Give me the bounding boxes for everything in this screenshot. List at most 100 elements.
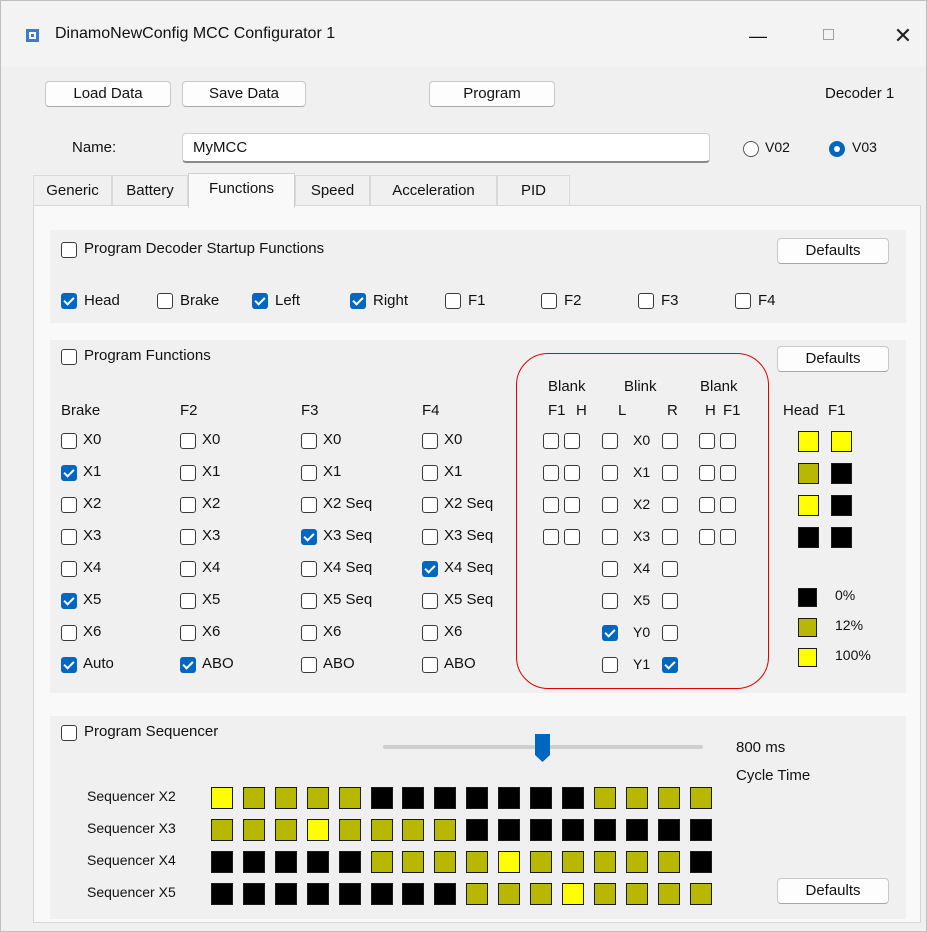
startup-left-checkbox[interactable] — [252, 293, 268, 309]
f4-x0-checkbox[interactable] — [422, 433, 438, 449]
blank-f1b-x2-checkbox[interactable] — [720, 497, 736, 513]
blink-l-y1-checkbox[interactable] — [602, 657, 618, 673]
brake-x4-checkbox[interactable] — [61, 561, 77, 577]
sequencer-cell[interactable] — [625, 819, 648, 841]
sequencer-cell[interactable] — [530, 851, 552, 873]
blink-l-x5-checkbox[interactable] — [602, 593, 618, 609]
sequencer-cell[interactable] — [274, 787, 297, 809]
sequencer-cell[interactable] — [338, 819, 361, 841]
tab-pid[interactable]: PID — [497, 175, 570, 206]
sequencer-cell[interactable] — [242, 851, 265, 873]
f3-abo-checkbox[interactable] — [301, 657, 317, 673]
close-button[interactable]: ✕ — [889, 21, 917, 51]
f4-abo-checkbox[interactable] — [422, 657, 438, 673]
f4-x6-checkbox[interactable] — [422, 625, 438, 641]
f2-x6-checkbox[interactable] — [180, 625, 196, 641]
tab-battery[interactable]: Battery — [112, 175, 188, 206]
sequencer-cell[interactable] — [657, 851, 680, 873]
brake-x3-checkbox[interactable] — [61, 529, 77, 545]
blink-l-y0-checkbox[interactable] — [602, 625, 618, 641]
blank-f1b-x3-checkbox[interactable] — [720, 529, 736, 545]
program-sequencer-checkbox[interactable] — [61, 725, 77, 741]
sequencer-cell[interactable] — [689, 851, 712, 873]
sequencer-cell[interactable] — [593, 819, 616, 841]
f2-x5-checkbox[interactable] — [180, 593, 196, 609]
blank-f1-x0-checkbox[interactable] — [543, 433, 559, 449]
blink-l-x0-checkbox[interactable] — [602, 433, 618, 449]
f3-x6-checkbox[interactable] — [301, 625, 317, 641]
sequencer-cell[interactable] — [402, 819, 425, 841]
brake-x6-checkbox[interactable] — [61, 625, 77, 641]
sequencer-cell[interactable] — [625, 851, 648, 873]
sequencer-cell[interactable] — [402, 787, 425, 809]
brake-x0-checkbox[interactable] — [61, 433, 77, 449]
program-functions-checkbox[interactable] — [61, 349, 77, 365]
blank-h2-x0-checkbox[interactable] — [699, 433, 715, 449]
f2-x2-checkbox[interactable] — [180, 497, 196, 513]
sequencer-cell[interactable] — [593, 851, 616, 873]
sequencer-cell[interactable] — [530, 819, 552, 841]
blink-l-x2-checkbox[interactable] — [602, 497, 618, 513]
blink-r-x5-checkbox[interactable] — [662, 593, 678, 609]
blank-f1-x1-checkbox[interactable] — [543, 465, 559, 481]
f3-x5-seq-checkbox[interactable] — [301, 593, 317, 609]
sequencer-cell[interactable] — [242, 819, 265, 841]
sequencer-cell[interactable] — [498, 851, 521, 873]
f2-abo-checkbox[interactable] — [180, 657, 196, 673]
blank-f1b-x1-checkbox[interactable] — [720, 465, 736, 481]
f4-x4-seq-checkbox[interactable] — [422, 561, 438, 577]
sequencer-cell[interactable] — [561, 883, 584, 905]
startup-f1-checkbox[interactable] — [445, 293, 461, 309]
startup-brake-checkbox[interactable] — [157, 293, 173, 309]
sequencer-cell[interactable] — [657, 787, 680, 809]
f3-x1-checkbox[interactable] — [301, 465, 317, 481]
brake-x2-checkbox[interactable] — [61, 497, 77, 513]
f3-x4-seq-checkbox[interactable] — [301, 561, 317, 577]
sequencer-cell[interactable] — [561, 851, 584, 873]
save-data-button[interactable]: Save Data — [182, 81, 306, 107]
startup-functions-checkbox[interactable] — [61, 242, 77, 258]
blink-r-x1-checkbox[interactable] — [662, 465, 678, 481]
sequencer-cell[interactable] — [593, 883, 616, 905]
f2-x0-checkbox[interactable] — [180, 433, 196, 449]
f2-x3-checkbox[interactable] — [180, 529, 196, 545]
sequencer-cell[interactable] — [306, 819, 329, 841]
sequencer-cell[interactable] — [370, 851, 393, 873]
sequencer-cell[interactable] — [561, 787, 584, 809]
sequencer-cell[interactable] — [466, 883, 489, 905]
sequencer-cell[interactable] — [211, 883, 233, 905]
brightness-head-swatch[interactable] — [798, 527, 819, 548]
sequencer-cell[interactable] — [338, 787, 361, 809]
sequencer-cell[interactable] — [466, 819, 489, 841]
sequencer-cell[interactable] — [689, 819, 712, 841]
sequencer-cell[interactable] — [530, 787, 552, 809]
sequencer-cell[interactable] — [274, 851, 297, 873]
brake-x1-checkbox[interactable] — [61, 465, 77, 481]
tab-acceleration[interactable]: Acceleration — [370, 175, 497, 206]
blink-r-x4-checkbox[interactable] — [662, 561, 678, 577]
sequencer-cell[interactable] — [370, 819, 393, 841]
blank-h-x1-checkbox[interactable] — [564, 465, 580, 481]
sequencer-cell[interactable] — [689, 883, 712, 905]
f2-x1-checkbox[interactable] — [180, 465, 196, 481]
sequencer-cell[interactable] — [530, 883, 552, 905]
sequencer-defaults-button[interactable]: Defaults — [777, 878, 889, 904]
sequencer-cell[interactable] — [274, 883, 297, 905]
maximize-button[interactable] — [819, 25, 839, 45]
f4-x2-seq-checkbox[interactable] — [422, 497, 438, 513]
startup-defaults-button[interactable]: Defaults — [777, 238, 889, 264]
sequencer-cell[interactable] — [370, 787, 393, 809]
sequencer-cell[interactable] — [274, 819, 297, 841]
load-data-button[interactable]: Load Data — [45, 81, 171, 107]
slider-thumb[interactable] — [534, 733, 551, 763]
blank-h2-x3-checkbox[interactable] — [699, 529, 715, 545]
v02-radio[interactable] — [743, 141, 759, 157]
sequencer-cell[interactable] — [211, 851, 233, 873]
sequencer-cell[interactable] — [306, 787, 329, 809]
f2-x4-checkbox[interactable] — [180, 561, 196, 577]
sequencer-cell[interactable] — [593, 787, 616, 809]
sequencer-cell[interactable] — [242, 787, 265, 809]
sequencer-cell[interactable] — [434, 819, 457, 841]
f3-x3-seq-checkbox[interactable] — [301, 529, 317, 545]
sequencer-cell[interactable] — [242, 883, 265, 905]
